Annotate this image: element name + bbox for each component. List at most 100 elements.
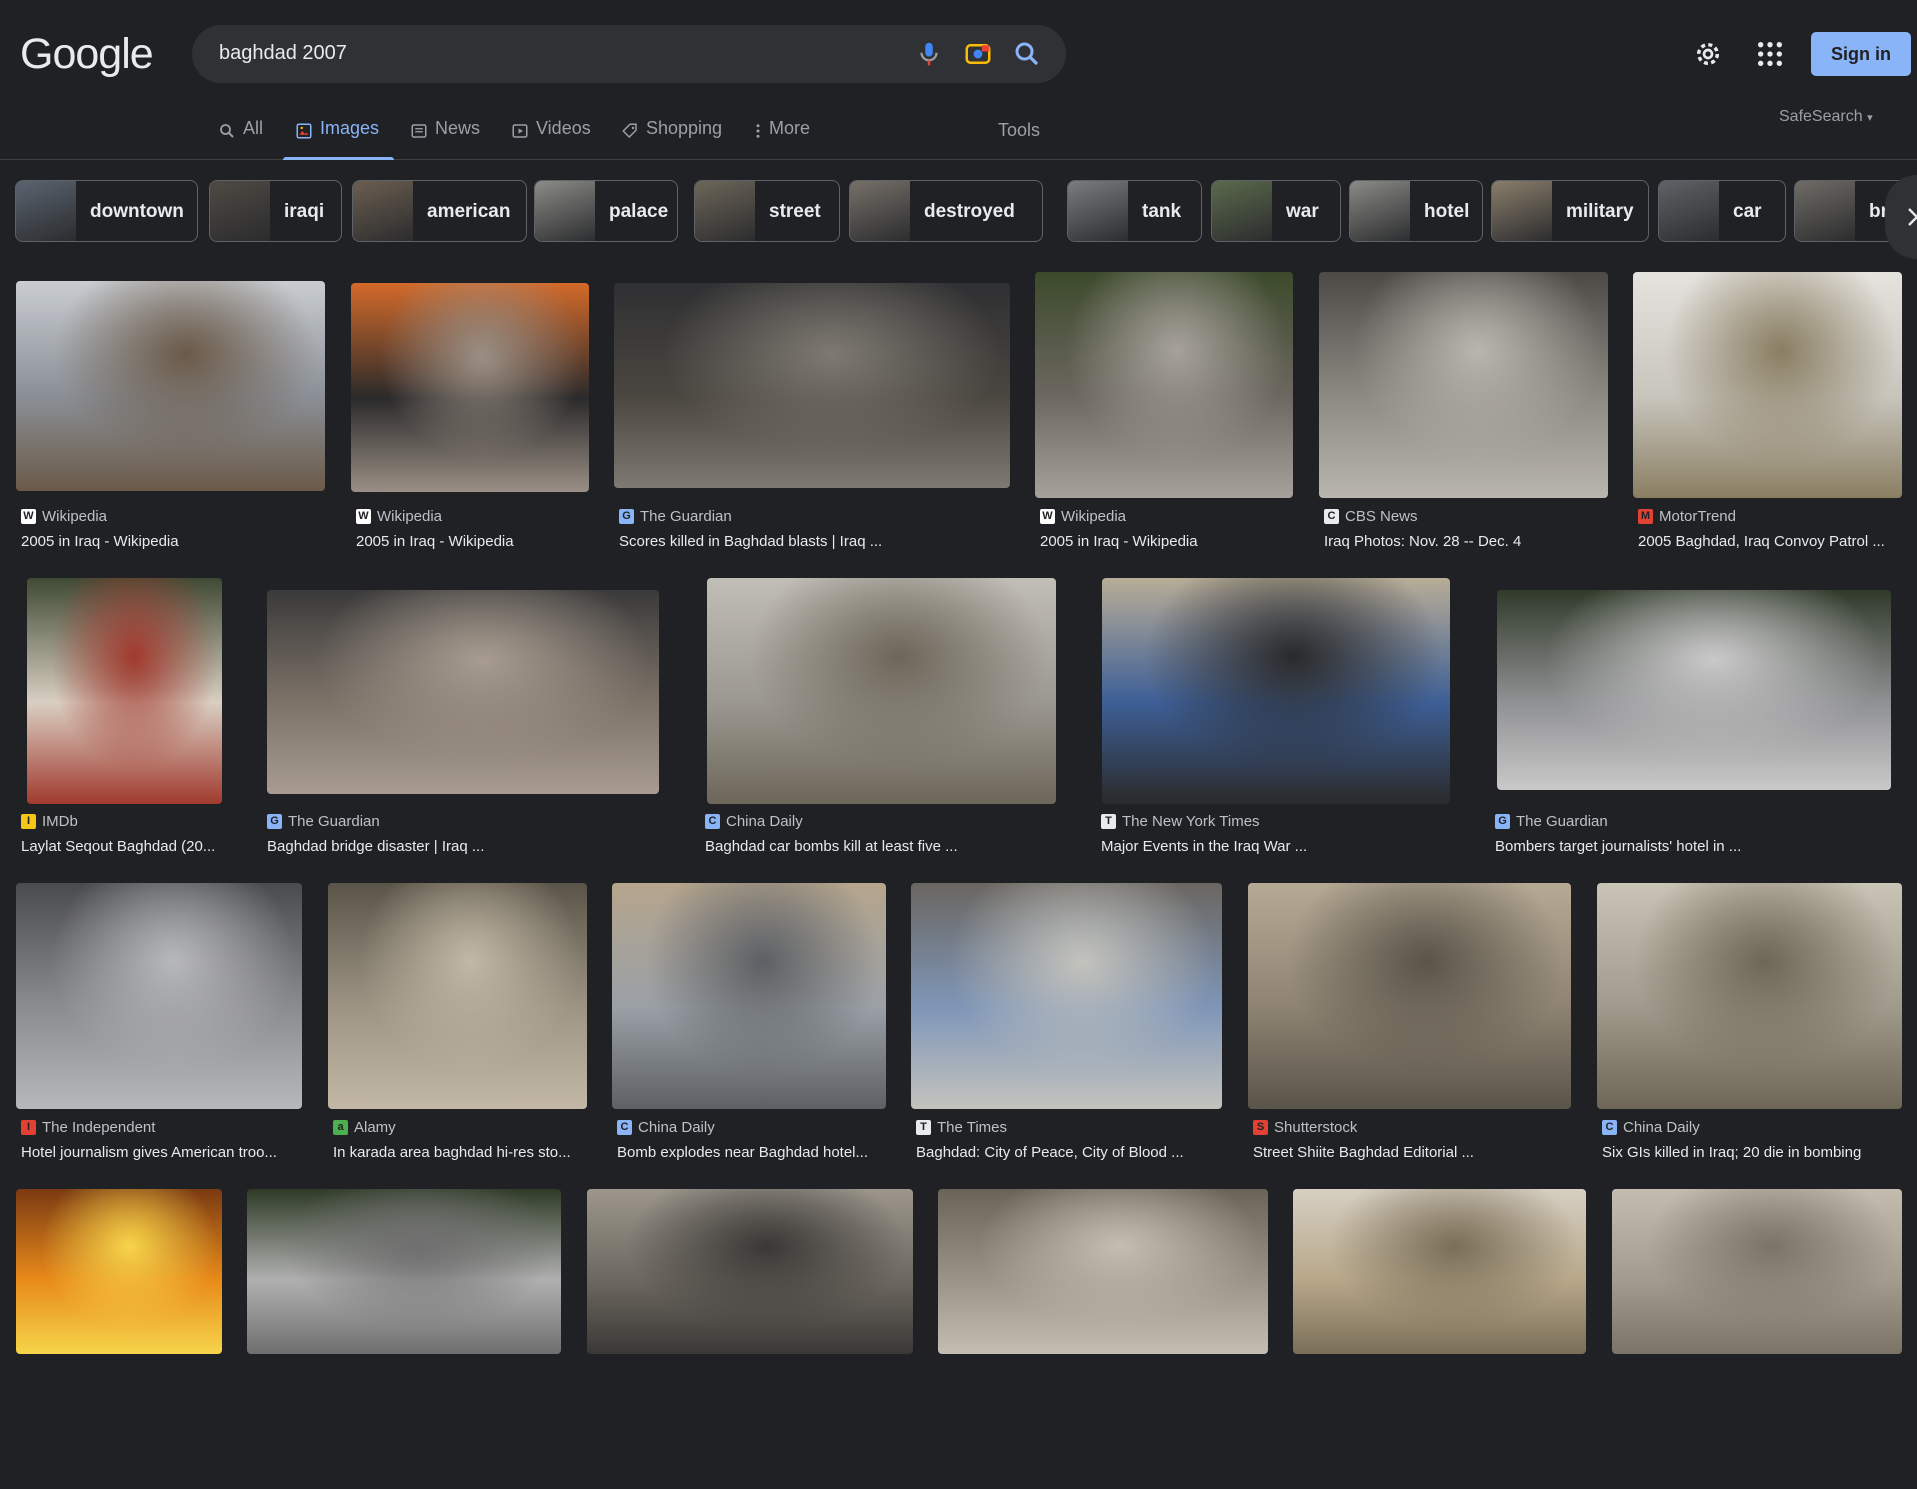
image-result[interactable]: T The New York Times Major Events in the I… xyxy=(1096,577,1450,877)
image-result[interactable]: W Wikipedia 2005 in Iraq - Wikipedia xyxy=(16,271,326,571)
image-result[interactable]: W Wikipedia 2005 in Iraq - Wikipedia xyxy=(351,271,589,571)
result-thumbnail[interactable] xyxy=(1497,590,1891,790)
chip-iraqi[interactable]: iraqi xyxy=(209,180,342,242)
result-source[interactable]: I The Independent xyxy=(21,1119,155,1136)
result-source[interactable]: S Shutterstock xyxy=(1253,1119,1357,1136)
image-result[interactable]: G The Guardian Scores killed in Baghdad bl… xyxy=(614,271,1010,571)
image-result[interactable]: a Alamy In karada area baghdad hi-res sto.… xyxy=(328,883,587,1183)
image-result[interactable]: C China Daily Six GIs killed in Iraq; 20 d… xyxy=(1597,883,1902,1183)
chip-destroyed[interactable]: destroyed xyxy=(849,180,1043,242)
result-thumbnail[interactable] xyxy=(27,578,222,804)
sign-in-button[interactable]: Sign in xyxy=(1811,32,1911,76)
result-title[interactable]: 2005 in Iraq - Wikipedia xyxy=(356,533,514,550)
tools-button[interactable]: Tools xyxy=(998,120,1040,141)
result-title[interactable]: Baghdad: City of Peace, City of Blood ..… xyxy=(916,1144,1184,1161)
chip-downtown[interactable]: downtown xyxy=(15,180,198,242)
result-source[interactable]: W Wikipedia xyxy=(356,508,442,525)
result-title[interactable]: Bomb explodes near Baghdad hotel... xyxy=(617,1144,868,1161)
image-result[interactable]: G The Guardian Baghdad bridge disaster | I… xyxy=(262,577,659,877)
result-source[interactable]: a Alamy xyxy=(333,1119,396,1136)
result-title[interactable]: 2005 in Iraq - Wikipedia xyxy=(1040,533,1198,550)
result-title[interactable]: Hotel journalism gives American troo... xyxy=(21,1144,277,1161)
result-source[interactable]: W Wikipedia xyxy=(21,508,107,525)
result-thumbnail[interactable] xyxy=(707,578,1056,804)
apps-grid-icon[interactable] xyxy=(1756,40,1784,68)
result-title[interactable]: Street Shiite Baghdad Editorial ... xyxy=(1253,1144,1474,1161)
result-source[interactable]: T The Times xyxy=(916,1119,1007,1136)
result-source[interactable]: C China Daily xyxy=(1602,1119,1700,1136)
microphone-icon[interactable] xyxy=(914,39,944,69)
result-source[interactable]: M MotorTrend xyxy=(1638,508,1736,525)
tab-shopping[interactable]: Shopping xyxy=(621,118,722,160)
result-thumbnail[interactable] xyxy=(1319,272,1608,498)
result-thumbnail[interactable] xyxy=(351,283,589,492)
result-source[interactable]: G The Guardian xyxy=(267,813,380,830)
result-thumbnail[interactable] xyxy=(614,283,1010,488)
result-thumbnail[interactable] xyxy=(938,1189,1268,1354)
chip-street[interactable]: street xyxy=(694,180,840,242)
result-thumbnail[interactable] xyxy=(1633,272,1902,498)
result-thumbnail[interactable] xyxy=(1612,1189,1902,1354)
image-result[interactable] xyxy=(16,1189,222,1489)
result-source[interactable]: G The Guardian xyxy=(619,508,732,525)
result-thumbnail[interactable] xyxy=(1102,578,1450,804)
chip-tank[interactable]: tank xyxy=(1067,180,1202,242)
tab-images[interactable]: Images xyxy=(282,118,395,160)
result-thumbnail[interactable] xyxy=(16,1189,222,1354)
tab-more[interactable]: More xyxy=(754,118,810,160)
result-title[interactable]: 2005 in Iraq - Wikipedia xyxy=(21,533,179,550)
image-result[interactable]: W Wikipedia 2005 in Iraq - Wikipedia xyxy=(1035,271,1293,571)
result-title[interactable]: Baghdad car bombs kill at least five ... xyxy=(705,838,958,855)
chip-american[interactable]: american xyxy=(352,180,527,242)
image-result[interactable]: S Shutterstock Street Shiite Baghdad Edito… xyxy=(1248,883,1571,1183)
image-result[interactable]: I IMDb Laylat Seqout Baghdad (20... xyxy=(16,577,231,877)
result-thumbnail[interactable] xyxy=(16,281,325,491)
result-source[interactable]: C China Daily xyxy=(705,813,803,830)
result-thumbnail[interactable] xyxy=(911,883,1222,1109)
chip-military[interactable]: military xyxy=(1491,180,1649,242)
search-box[interactable]: baghdad 2007 xyxy=(192,25,1066,83)
result-source[interactable]: G The Guardian xyxy=(1495,813,1608,830)
chip-palace[interactable]: palace xyxy=(534,180,678,242)
image-result[interactable]: C China Daily Baghdad car bombs kill at le… xyxy=(700,577,1056,877)
chip-car[interactable]: car xyxy=(1658,180,1786,242)
result-source[interactable]: C CBS News xyxy=(1324,508,1418,525)
search-icon[interactable] xyxy=(1012,39,1042,69)
result-title[interactable]: In karada area baghdad hi-res sto... xyxy=(333,1144,571,1161)
result-thumbnail[interactable] xyxy=(1293,1189,1586,1354)
result-title[interactable]: Iraq Photos: Nov. 28 -- Dec. 4 xyxy=(1324,533,1521,550)
result-thumbnail[interactable] xyxy=(587,1189,913,1354)
result-title[interactable]: Six GIs killed in Iraq; 20 die in bombin… xyxy=(1602,1144,1861,1161)
result-title[interactable]: Baghdad bridge disaster | Iraq ... xyxy=(267,838,484,855)
search-input[interactable]: baghdad 2007 xyxy=(219,42,347,65)
chip-war[interactable]: war xyxy=(1211,180,1341,242)
result-title[interactable]: Major Events in the Iraq War ... xyxy=(1101,838,1307,855)
result-thumbnail[interactable] xyxy=(1597,883,1902,1109)
result-title[interactable]: 2005 Baghdad, Iraq Convoy Patrol ... xyxy=(1638,533,1885,550)
result-title[interactable]: Scores killed in Baghdad blasts | Iraq .… xyxy=(619,533,882,550)
result-title[interactable]: Laylat Seqout Baghdad (20... xyxy=(21,838,215,855)
tab-news[interactable]: News xyxy=(410,118,480,160)
image-result[interactable]: T The Times Baghdad: City of Peace, City o… xyxy=(911,883,1222,1183)
settings-gear-icon[interactable] xyxy=(1692,38,1724,70)
result-source[interactable]: W Wikipedia xyxy=(1040,508,1126,525)
result-thumbnail[interactable] xyxy=(247,1189,561,1354)
image-result[interactable] xyxy=(587,1189,913,1489)
image-result[interactable]: C CBS News Iraq Photos: Nov. 28 -- Dec. 4 xyxy=(1319,271,1608,571)
result-thumbnail[interactable] xyxy=(1035,272,1293,498)
result-thumbnail[interactable] xyxy=(612,883,886,1109)
tab-videos[interactable]: Videos xyxy=(511,118,591,160)
result-thumbnail[interactable] xyxy=(328,883,587,1109)
image-result[interactable]: G The Guardian Bombers target journalists'… xyxy=(1490,577,1891,877)
result-source[interactable]: T The New York Times xyxy=(1101,813,1260,830)
image-result[interactable]: M MotorTrend 2005 Baghdad, Iraq Convoy Pat… xyxy=(1633,271,1902,571)
tab-all[interactable]: All xyxy=(218,118,263,160)
google-logo[interactable]: Google xyxy=(20,30,154,79)
image-result[interactable] xyxy=(1612,1189,1902,1489)
image-result[interactable]: C China Daily Bomb explodes near Baghdad h… xyxy=(612,883,886,1183)
result-title[interactable]: Bombers target journalists' hotel in ... xyxy=(1495,838,1741,855)
safesearch-dropdown[interactable]: SafeSearch ▾ xyxy=(1779,108,1873,126)
result-thumbnail[interactable] xyxy=(1248,883,1571,1109)
result-thumbnail[interactable] xyxy=(16,883,302,1109)
result-source[interactable]: I IMDb xyxy=(21,813,78,830)
